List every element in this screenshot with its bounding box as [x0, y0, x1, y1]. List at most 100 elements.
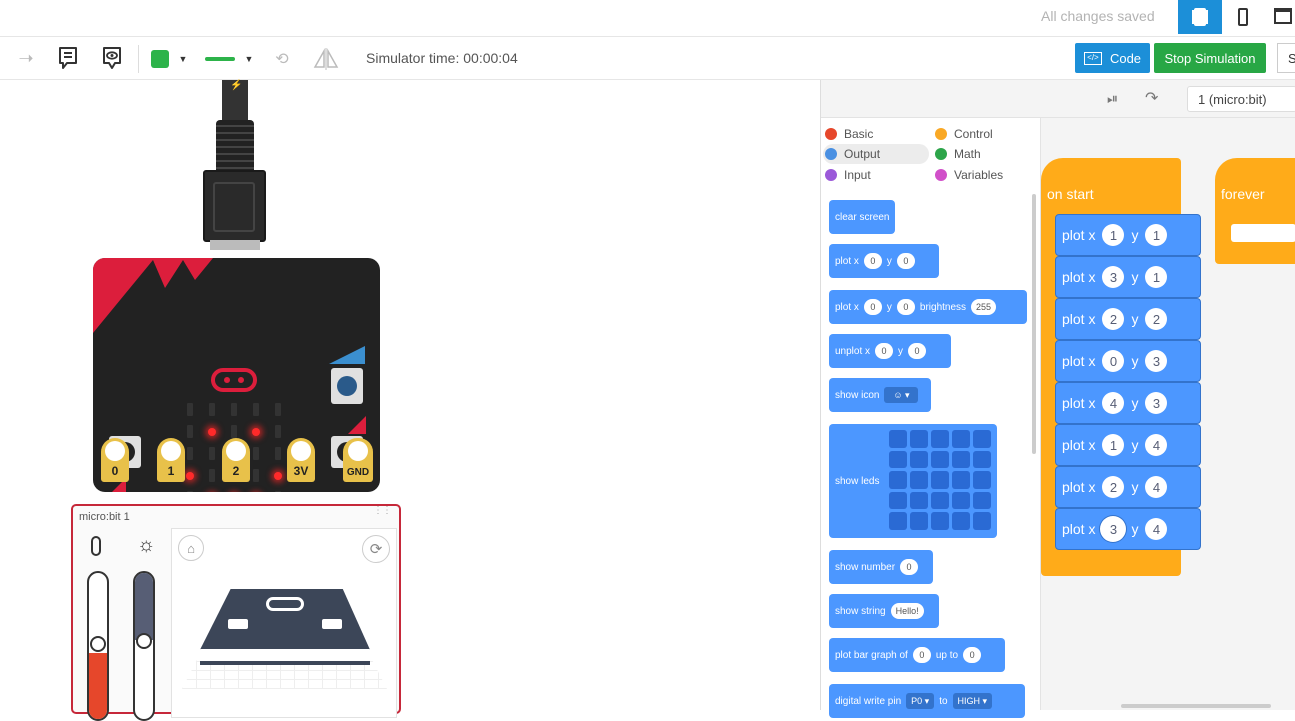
- block-digital-write[interactable]: digital write pin P0 ▾ to HIGH ▾: [829, 684, 1025, 718]
- level-dropdown[interactable]: HIGH ▾: [952, 693, 993, 709]
- category-dot: [825, 169, 837, 181]
- save-status: All changes saved: [1041, 8, 1155, 24]
- light-slider[interactable]: [133, 571, 155, 721]
- accelerometer-view[interactable]: ⌂ ⟳: [171, 528, 397, 718]
- simulator-time: Simulator time: 00:00:04: [366, 50, 518, 66]
- rotate-button[interactable]: ➝: [14, 47, 38, 69]
- microbit-3d: [200, 589, 370, 665]
- block-plot-bar-graph[interactable]: plot bar graph of 0 up to 0: [829, 638, 1005, 672]
- usb-strain-relief: [216, 120, 254, 175]
- light-level-icon: ☼: [137, 534, 156, 556]
- on-start-label: on start: [1047, 186, 1094, 202]
- plot-block[interactable]: plot x2y4: [1055, 466, 1201, 508]
- notes-button[interactable]: [56, 45, 80, 71]
- pin-2[interactable]: 2: [222, 438, 250, 482]
- device-select[interactable]: 1 (micro:bit): [1187, 86, 1295, 112]
- icon-picker[interactable]: ☺ ▾: [884, 387, 919, 403]
- chevron-down-icon: ▼: [178, 54, 188, 64]
- led-on: [208, 428, 216, 436]
- code-button[interactable]: </> Code: [1075, 43, 1150, 73]
- block-show-number[interactable]: show number 0: [829, 550, 933, 584]
- block-show-icon[interactable]: show icon ☺ ▾: [829, 378, 931, 412]
- color-swatch: [150, 50, 169, 68]
- toolbar: ➝ ▼ ▼ ⟲ Simulator time: 00:00:04 </> Cod…: [0, 36, 1295, 80]
- plot-block[interactable]: plot x0y3: [1055, 340, 1201, 382]
- fill-color-select[interactable]: ▼: [146, 47, 192, 71]
- block-palette: Basic Control Output Math Input Variable…: [821, 118, 1041, 718]
- plot-block[interactable]: plot x3y1: [1055, 256, 1201, 298]
- block-plot[interactable]: plot x0y0: [829, 244, 939, 278]
- block-show-leds[interactable]: show leds: [829, 424, 997, 538]
- top-bar: All changes saved: [0, 0, 1295, 36]
- board-red-corner: [93, 258, 213, 333]
- component-list-button[interactable]: [1232, 6, 1254, 28]
- led-on: [186, 472, 194, 480]
- mirror-button[interactable]: [312, 46, 340, 72]
- pin-3v[interactable]: 3V: [287, 438, 315, 482]
- category-dot: [935, 148, 947, 160]
- led-on: [274, 472, 282, 480]
- mirror-icon: [313, 48, 339, 70]
- wire-swatch: [204, 57, 235, 61]
- eye-notes-icon: [103, 47, 121, 69]
- thermometer-icon: [91, 536, 101, 556]
- temperature-slider[interactable]: [87, 571, 109, 721]
- step-icon[interactable]: ⏯: [1107, 90, 1118, 107]
- workspace-scrollbar[interactable]: [1121, 704, 1271, 708]
- component-icon: [1238, 8, 1248, 26]
- lightning-icon: ⚡: [230, 80, 243, 91]
- plot-block[interactable]: plot x1y1: [1055, 214, 1201, 256]
- category-output[interactable]: Output: [823, 144, 929, 164]
- plot-block[interactable]: plot x3y4: [1055, 508, 1201, 550]
- led-grid[interactable]: [889, 430, 991, 530]
- category-basic[interactable]: Basic: [825, 124, 931, 144]
- step-over-icon[interactable]: ↷: [1145, 88, 1158, 108]
- arrow-right-icon: ➝: [18, 47, 34, 68]
- category-variables[interactable]: Variables: [935, 165, 1035, 185]
- simulator-canvas[interactable]: ⚡ 0 1 2 3V GND micro:bit 1 ⋮⋮ ☼ ⌂ ⟳: [0, 80, 820, 721]
- microbit-panel: micro:bit 1 ⋮⋮ ☼ ⌂ ⟳: [71, 504, 401, 721]
- category-dot: [825, 148, 837, 160]
- schematic-view-button[interactable]: [1178, 0, 1222, 34]
- notes-visibility-button[interactable]: [100, 45, 124, 71]
- category-input[interactable]: Input: [825, 165, 931, 185]
- usb-connector: [210, 240, 260, 250]
- category-dot: [935, 169, 947, 181]
- pin-gnd[interactable]: GND: [343, 438, 373, 482]
- block-show-string[interactable]: show string Hello!: [829, 594, 939, 628]
- block-workspace[interactable]: on start plot x1y1 plot x3y1 plot x2y2 p…: [1041, 118, 1295, 710]
- microbit-logo: [211, 368, 257, 392]
- block-clear-screen[interactable]: clear screen: [829, 200, 895, 234]
- plot-block[interactable]: plot x1y4: [1055, 424, 1201, 466]
- code-icon: </>: [1083, 51, 1102, 65]
- forever-block[interactable]: forever: [1215, 158, 1295, 264]
- label-b-icon: [348, 416, 366, 434]
- block-unplot[interactable]: unplot x0y0: [829, 334, 951, 368]
- button-ab[interactable]: [331, 368, 363, 404]
- forever-label: forever: [1221, 186, 1265, 202]
- reset-orientation-icon[interactable]: ⟳: [362, 535, 390, 563]
- palette-scrollbar[interactable]: [1032, 194, 1036, 454]
- code-editor: ⏯ ↷ 1 (micro:bit) Basic Control Output M…: [820, 80, 1295, 718]
- category-control[interactable]: Control: [935, 124, 1035, 144]
- forever-slot: [1231, 224, 1295, 242]
- chip-icon: [1194, 8, 1206, 26]
- usb-plug: [203, 170, 266, 242]
- drag-handle-icon[interactable]: ⋮⋮: [373, 506, 392, 516]
- pin-0[interactable]: 0: [101, 438, 129, 482]
- wire-style-select[interactable]: ▼: [200, 47, 258, 71]
- pin-dropdown[interactable]: P0 ▾: [906, 693, 935, 709]
- plot-block[interactable]: plot x2y2: [1055, 298, 1201, 340]
- category-dot: [825, 128, 837, 140]
- home-icon[interactable]: ⌂: [178, 535, 204, 561]
- category-math[interactable]: Math: [935, 144, 1035, 164]
- plot-block[interactable]: plot x4y3: [1055, 382, 1201, 424]
- block-plot-brightness[interactable]: plot x 0 y 0 brightness 255: [829, 290, 1027, 324]
- category-dot: [935, 128, 947, 140]
- table-view-button[interactable]: [1274, 8, 1292, 24]
- send-to-button[interactable]: S: [1277, 43, 1295, 73]
- notes-icon: [59, 47, 77, 69]
- rotate-tool-button[interactable]: ⟲: [270, 47, 294, 71]
- pin-1[interactable]: 1: [157, 438, 185, 482]
- stop-simulation-button[interactable]: Stop Simulation: [1154, 43, 1266, 73]
